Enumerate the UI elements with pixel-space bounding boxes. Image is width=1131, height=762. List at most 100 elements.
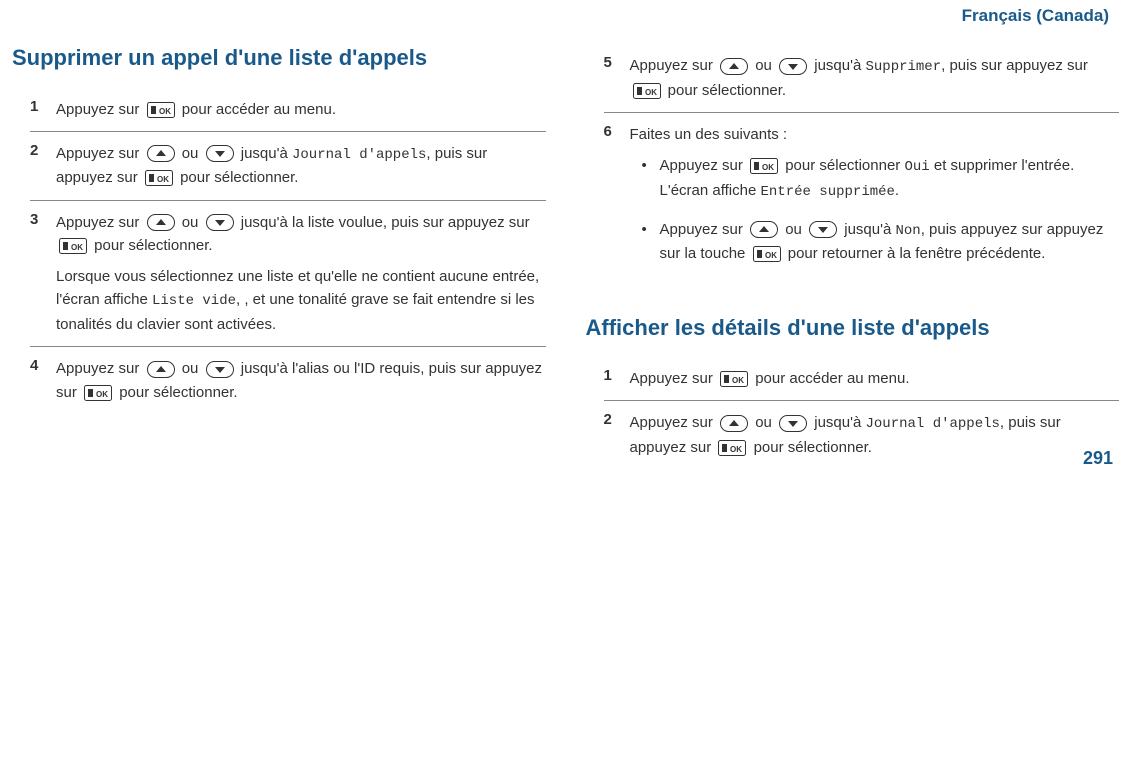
svg-text:OK: OK xyxy=(765,251,777,260)
ok-icon: OK xyxy=(147,102,175,118)
header-language: Français (Canada) xyxy=(12,6,1119,26)
step-number: 2 xyxy=(604,411,630,459)
step-number: 4 xyxy=(30,357,56,404)
steps-delete: 1 Appuyez sur OK pour accéder au menu. 2 xyxy=(30,88,546,414)
up-icon xyxy=(147,145,175,162)
text: Appuyez sur xyxy=(630,370,718,387)
step-body: Appuyez sur ou jusqu'à Supprimer, puis s… xyxy=(630,54,1120,102)
svg-text:OK: OK xyxy=(730,445,742,454)
text: Appuyez sur xyxy=(630,414,718,431)
down-icon xyxy=(206,145,234,162)
step-body: Faites un des suivants : Appuyez sur OK … xyxy=(630,123,1120,280)
up-icon xyxy=(720,415,748,432)
steps-details: 1 Appuyez sur OK pour accéder au menu. 2 xyxy=(604,357,1120,469)
mono: Oui xyxy=(904,159,929,175)
steps-delete-cont: 5 Appuyez sur ou jusqu'à xyxy=(604,44,1120,290)
text: , puis sur appuyez sur xyxy=(941,57,1088,74)
step-2: 2 Appuyez sur ou jusqu'à xyxy=(30,132,546,201)
svg-text:OK: OK xyxy=(645,88,657,97)
text: ou xyxy=(755,57,776,74)
up-icon xyxy=(147,214,175,231)
text: pour accéder au menu. xyxy=(182,101,336,118)
section-title-delete: Supprimer un appel d'une liste d'appels xyxy=(12,44,546,72)
text: ou xyxy=(785,221,806,238)
ok-icon: OK xyxy=(59,238,87,254)
text: Appuyez sur xyxy=(630,57,718,74)
step-number: 1 xyxy=(604,367,630,390)
step-6: 6 Faites un des suivants : Appuyez sur O… xyxy=(604,113,1120,290)
mono: Journal d'appels xyxy=(292,147,426,163)
up-icon xyxy=(147,361,175,378)
text: pour sélectionner. xyxy=(119,384,237,401)
step-5: 5 Appuyez sur ou jusqu'à xyxy=(604,44,1120,113)
step-body: Appuyez sur ou jusqu'à la liste voulue, … xyxy=(56,211,546,337)
ok-icon: OK xyxy=(145,170,173,186)
svg-text:OK: OK xyxy=(157,175,169,184)
down-icon xyxy=(809,221,837,238)
mono: Supprimer xyxy=(865,59,941,75)
up-icon xyxy=(750,221,778,238)
text: ou xyxy=(182,214,203,231)
step-2: 2 Appuyez sur ou jusqu'à xyxy=(604,401,1120,469)
svg-text:OK: OK xyxy=(762,163,774,172)
ok-icon: OK xyxy=(633,83,661,99)
text: . xyxy=(895,182,899,199)
ok-icon: OK xyxy=(750,158,778,174)
step-body: Appuyez sur OK pour accéder au menu. xyxy=(630,367,1120,390)
text: Appuyez sur xyxy=(660,221,748,238)
bullet-item: Appuyez sur OK pour sélectionner Oui et … xyxy=(638,154,1120,203)
text: pour sélectionner. xyxy=(668,82,786,99)
step-body: Appuyez sur ou jusqu'à Journal d'appels,… xyxy=(630,411,1120,459)
text: pour retourner à la fenêtre précédente. xyxy=(788,245,1046,262)
text: jusqu'à la liste voulue, puis sur appuye… xyxy=(241,214,530,231)
ok-icon: OK xyxy=(753,246,781,262)
ok-icon: OK xyxy=(84,385,112,401)
right-column: 5 Appuyez sur ou jusqu'à xyxy=(586,44,1120,469)
ok-icon: OK xyxy=(718,440,746,456)
step-4: 4 Appuyez sur ou jusqu'à l'alias ou xyxy=(30,347,546,414)
text: ou xyxy=(182,360,203,377)
up-icon xyxy=(720,58,748,75)
text: jusqu'à xyxy=(241,145,292,162)
mono: Journal d'appels xyxy=(865,416,999,432)
step-number: 1 xyxy=(30,98,56,121)
page-number: 291 xyxy=(1083,448,1113,469)
text: Appuyez sur xyxy=(56,145,144,162)
svg-text:OK: OK xyxy=(96,390,108,399)
step-number: 6 xyxy=(604,123,630,280)
text: ou xyxy=(755,414,776,431)
text: jusqu'à xyxy=(814,57,865,74)
svg-text:OK: OK xyxy=(732,376,744,385)
step-1: 1 Appuyez sur OK pour accéder au menu. xyxy=(30,88,546,132)
step-number: 3 xyxy=(30,211,56,337)
text: Appuyez sur xyxy=(56,101,144,118)
bullet-item: Appuyez sur ou jusqu'à Non, puis appuyez xyxy=(638,218,1120,266)
text: ou xyxy=(182,145,203,162)
down-icon xyxy=(779,58,807,75)
down-icon xyxy=(779,415,807,432)
mono: Entrée supprimée xyxy=(761,184,895,200)
text: Appuyez sur xyxy=(56,214,144,231)
page: Français (Canada) Supprimer un appel d'u… xyxy=(0,0,1131,475)
text: pour sélectionner. xyxy=(94,237,212,254)
text: Appuyez sur xyxy=(56,360,144,377)
down-icon xyxy=(206,361,234,378)
step-number: 2 xyxy=(30,142,56,190)
section-title-details: Afficher les détails d'une liste d'appel… xyxy=(586,314,1120,342)
ok-icon: OK xyxy=(720,371,748,387)
down-icon xyxy=(206,214,234,231)
step-number: 5 xyxy=(604,54,630,102)
content-columns: Supprimer un appel d'une liste d'appels … xyxy=(12,44,1119,469)
bullet-list: Appuyez sur OK pour sélectionner Oui et … xyxy=(638,154,1120,265)
mono: Liste vide xyxy=(152,293,236,309)
mono: Non xyxy=(895,223,920,239)
text: Appuyez sur xyxy=(660,157,748,174)
text: pour sélectionner. xyxy=(754,439,872,456)
step-1: 1 Appuyez sur OK pour accéder au menu. xyxy=(604,357,1120,401)
step-body: Appuyez sur OK pour accéder au menu. xyxy=(56,98,546,121)
left-column: Supprimer un appel d'une liste d'appels … xyxy=(12,44,546,469)
svg-text:OK: OK xyxy=(71,243,83,252)
text: jusqu'à xyxy=(844,221,895,238)
text: pour sélectionner. xyxy=(180,169,298,186)
text: jusqu'à xyxy=(814,414,865,431)
